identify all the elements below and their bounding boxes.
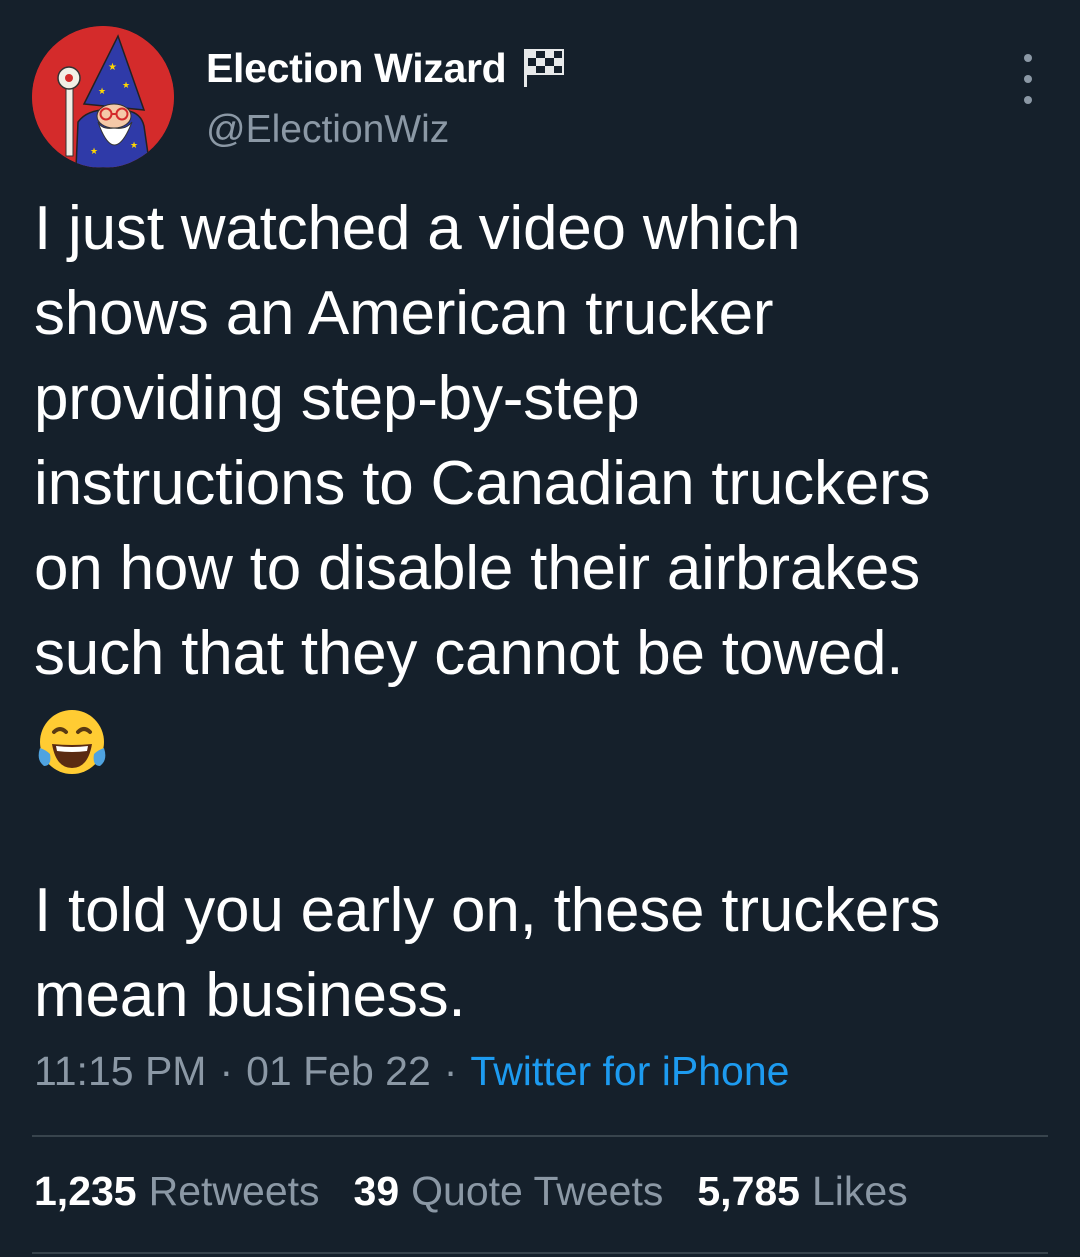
tweet-metadata: 11:15 PM · 01 Feb 22 · Twitter for iPhon… (34, 1048, 789, 1095)
likes-stat[interactable]: 5,785 Likes (697, 1168, 907, 1215)
tweet-text-continued: I told you early on, these truckers mean… (34, 876, 941, 1030)
svg-text:★: ★ (90, 146, 98, 156)
retweets-stat[interactable]: 1,235 Retweets (34, 1168, 320, 1215)
divider (32, 1135, 1048, 1137)
likes-count: 5,785 (697, 1168, 800, 1214)
meta-separator: · (443, 1048, 458, 1094)
quote-tweets-count: 39 (353, 1168, 400, 1214)
divider (32, 1252, 1048, 1254)
wizard-avatar-icon: ★ ★ ★ ★ ★ (32, 26, 174, 168)
more-options-button[interactable] (1018, 54, 1038, 104)
likes-label: Likes (811, 1168, 908, 1214)
more-dot-icon (1024, 75, 1032, 83)
avatar[interactable]: ★ ★ ★ ★ ★ (32, 26, 174, 168)
checkered-flag-icon (524, 49, 565, 87)
more-dot-icon (1024, 54, 1032, 62)
tweet-body: I just watched a video which shows an Am… (34, 186, 1044, 1030)
svg-text:★: ★ (122, 80, 130, 90)
tweet-date[interactable]: 01 Feb 22 (246, 1048, 431, 1095)
svg-text:★: ★ (108, 62, 117, 73)
svg-text:★: ★ (98, 86, 106, 96)
more-dot-icon (1024, 96, 1032, 104)
tweet-text: I just watched a video which shows an Am… (34, 194, 931, 688)
tweet-source-link[interactable]: Twitter for iPhone (470, 1048, 789, 1095)
display-name-row: Election Wizard (206, 42, 568, 94)
user-handle[interactable]: @ElectionWiz (206, 108, 568, 152)
quote-tweets-label: Quote Tweets (411, 1168, 664, 1214)
tweet-header: ★ ★ ★ ★ ★ Election Wizard @ElectionWiz (32, 26, 1048, 176)
retweets-label: Retweets (148, 1168, 320, 1214)
face-with-tears-of-joy-icon (38, 710, 106, 774)
tweet-stats: 1,235 Retweets 39 Quote Tweets 5,785 Likes (34, 1168, 942, 1215)
tweet-time[interactable]: 11:15 PM (34, 1048, 206, 1095)
retweets-count: 1,235 (34, 1168, 137, 1214)
meta-separator: · (219, 1048, 234, 1094)
display-name[interactable]: Election Wizard (206, 45, 507, 92)
quote-tweets-stat[interactable]: 39 Quote Tweets (354, 1168, 664, 1215)
user-info: Election Wizard @ElectionWiz (206, 42, 568, 152)
svg-text:★: ★ (130, 140, 138, 150)
